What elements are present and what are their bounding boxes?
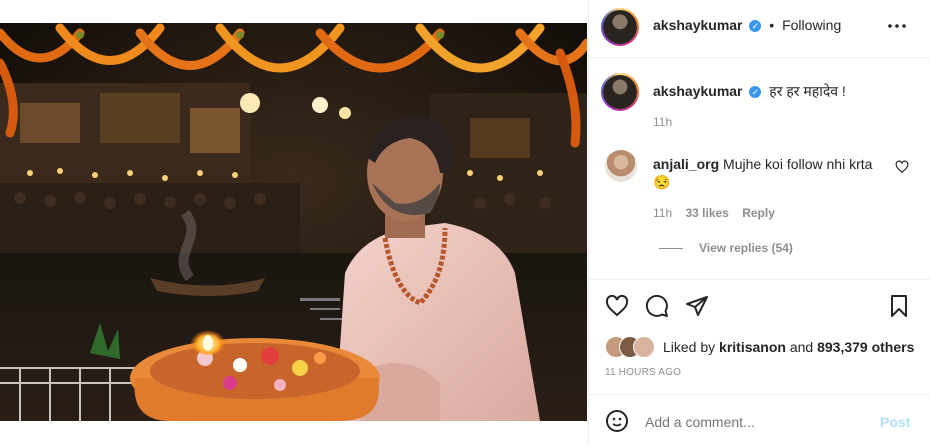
save-bookmark-icon[interactable] xyxy=(887,294,911,318)
replies-line xyxy=(659,248,683,249)
header-divider xyxy=(589,57,930,58)
caption: akshaykumar ✓ हर हर महादेव ! xyxy=(653,82,846,101)
comment-reply-button[interactable]: Reply xyxy=(742,206,775,220)
share-paper-plane-icon[interactable] xyxy=(685,294,709,318)
post-comment-button[interactable]: Post xyxy=(880,414,910,430)
author-avatar[interactable] xyxy=(601,8,639,46)
comment-emoji: 😒 xyxy=(653,174,671,190)
comment-body: anjali_org Mujhe koi follow nhi krta 😒 xyxy=(653,155,883,191)
liked-by-user[interactable]: kritisanon xyxy=(719,339,786,355)
comment-meta: 11h 33 likes Reply xyxy=(653,206,775,220)
liked-by-avatars[interactable] xyxy=(605,336,659,358)
comment-likes[interactable]: 33 likes xyxy=(685,206,728,220)
liked-by-others[interactable]: 893,379 others xyxy=(817,339,914,355)
comment-text: Mujhe koi follow nhi krta xyxy=(723,156,873,172)
author-username[interactable]: akshaykumar xyxy=(653,17,743,33)
liked-by: Liked by kritisanon and 893,379 others xyxy=(663,339,914,355)
emoji-smiley-icon[interactable] xyxy=(605,409,629,433)
post-side-panel: akshaykumar ✓ • Following akshaykumar ✓ … xyxy=(588,0,930,445)
post-timestamp[interactable]: 11 HOURS AGO xyxy=(605,367,681,378)
caption-text: हर हर महादेव ! xyxy=(769,83,846,99)
commenter-avatar[interactable] xyxy=(605,150,637,182)
following-button[interactable]: Following xyxy=(782,17,841,33)
comment-time[interactable]: 11h xyxy=(653,206,672,220)
caption-time[interactable]: 11h xyxy=(653,115,672,129)
caption-username[interactable]: akshaykumar xyxy=(653,83,743,99)
view-replies-button[interactable]: View replies (54) xyxy=(699,241,793,255)
actions-divider xyxy=(589,279,930,280)
liked-by-prefix: Liked by xyxy=(663,339,716,355)
more-options-icon[interactable] xyxy=(885,14,909,38)
comment-username[interactable]: anjali_org xyxy=(653,156,719,172)
caption-avatar[interactable] xyxy=(601,73,639,111)
follow-separator: • xyxy=(769,17,775,33)
comment-box-divider xyxy=(589,394,930,395)
verified-badge-icon: ✓ xyxy=(749,20,762,33)
post-photo[interactable] xyxy=(0,23,587,421)
comment-like-heart-icon[interactable] xyxy=(895,160,909,174)
liked-by-joiner: and xyxy=(789,339,814,355)
comment-input[interactable] xyxy=(643,411,867,433)
like-heart-icon[interactable] xyxy=(605,294,629,318)
comment-icon[interactable] xyxy=(645,294,669,318)
verified-badge-icon: ✓ xyxy=(749,86,762,99)
